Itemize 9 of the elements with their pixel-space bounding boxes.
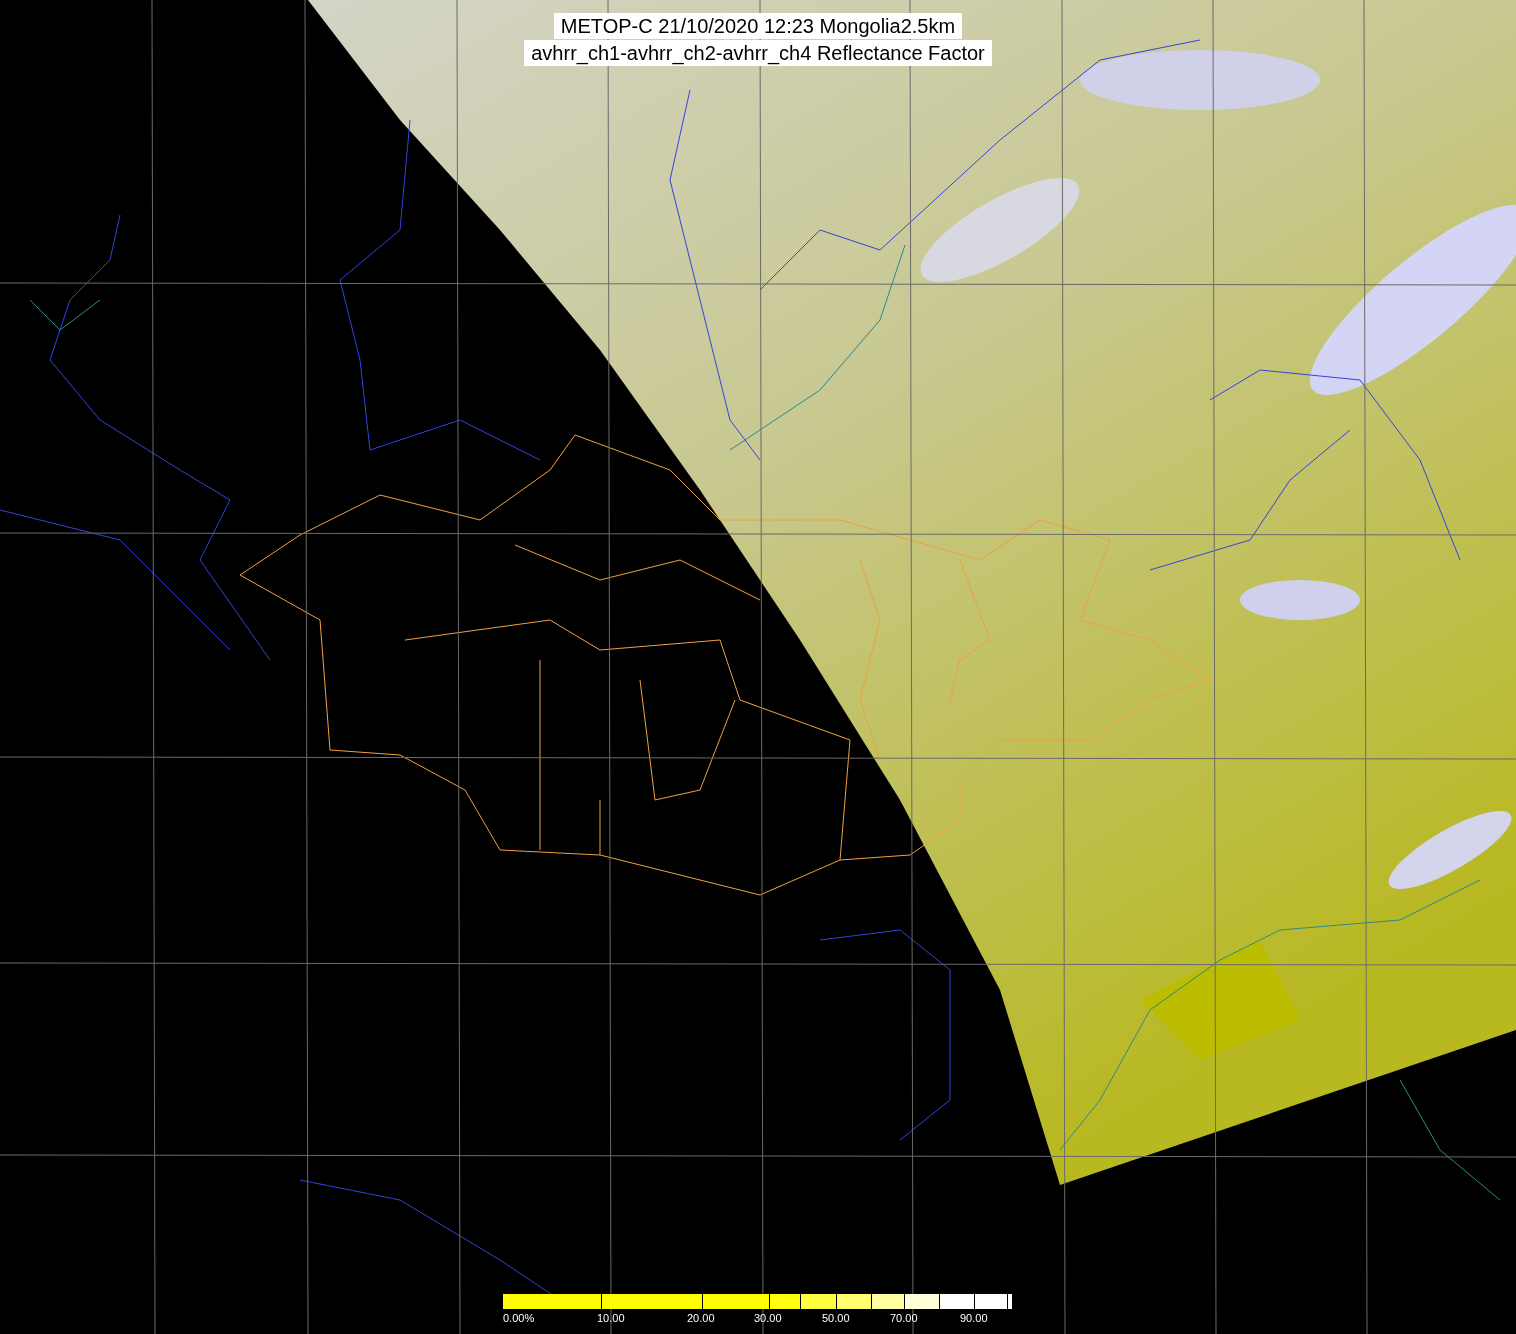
colorbar-label: 70.00 — [890, 1312, 918, 1325]
colorbar-label: 20.00 — [687, 1312, 715, 1325]
colorbar-label: 90.00 — [960, 1312, 988, 1325]
map-title: METOP-C 21/10/2020 12:23 Mongolia2.5km — [553, 13, 963, 39]
colorbar-label: 0.00% — [503, 1312, 535, 1325]
colorbar-label: 50.00 — [822, 1312, 850, 1325]
colorbar-label: 30.00 — [754, 1312, 782, 1325]
map-title: avhrr_ch1-avhrr_ch2-avhrr_ch4 Reflectance Factor — [524, 40, 992, 66]
colorbar-label: 10.00 — [597, 1312, 625, 1325]
